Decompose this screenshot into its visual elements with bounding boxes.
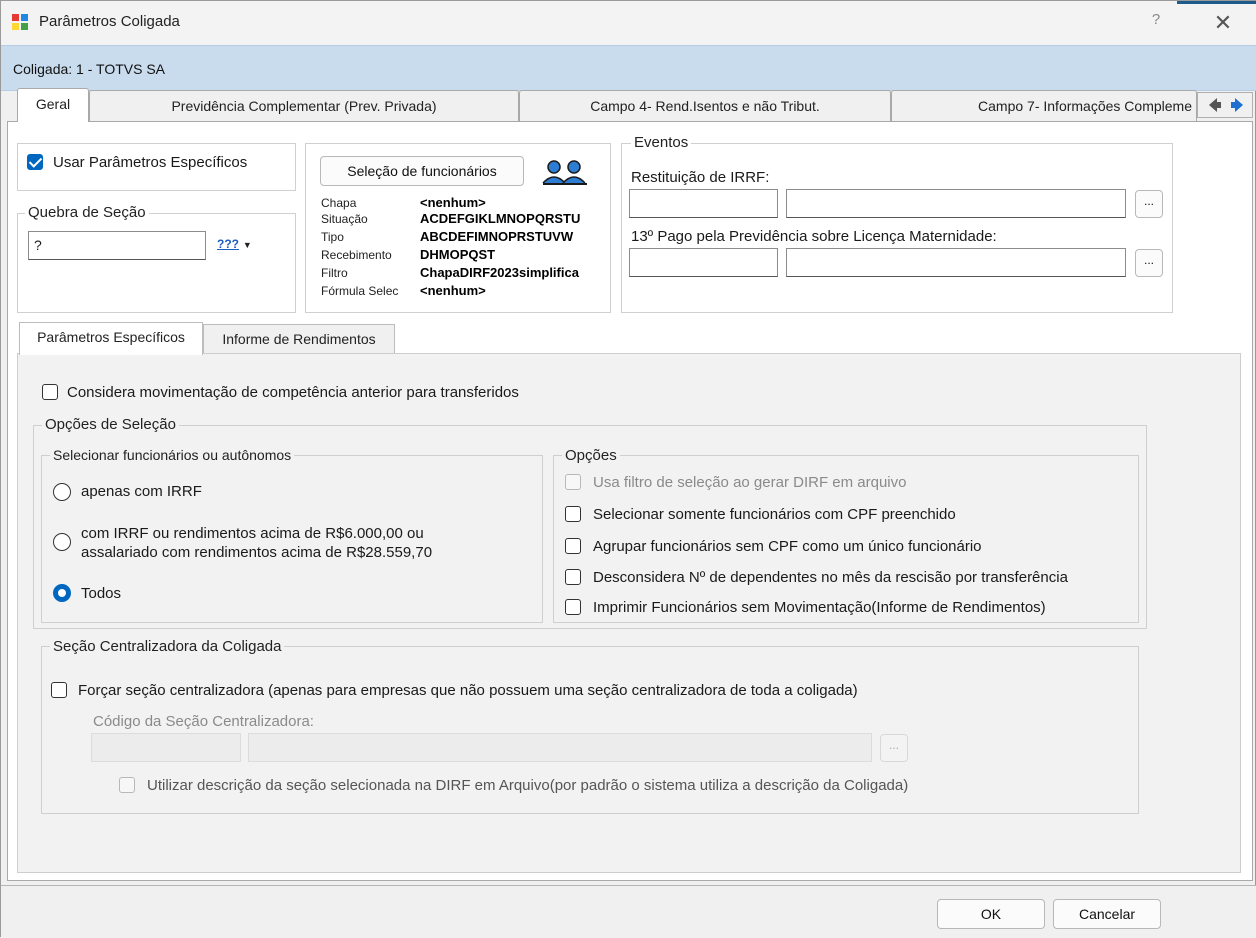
opt-cpf-label: Selecionar somente funcionários com CPF …	[593, 506, 956, 523]
info-val-recebimento: DHMOPQST	[420, 247, 496, 262]
forcar-checkbox[interactable]	[51, 682, 67, 698]
cancel-button[interactable]: Cancelar	[1053, 899, 1161, 929]
decimo-label: 13º Pago pela Previdência sobre Licença …	[631, 228, 997, 245]
utilizar-label: Utilizar descrição da seção selecionada …	[147, 777, 909, 794]
secao-lookup-button[interactable]: ...	[880, 734, 908, 762]
decimo-lookup-button[interactable]: ...	[1135, 249, 1163, 277]
coligada-label: Coligada: 1 - TOTVS SA	[13, 61, 165, 77]
window-title: Parâmetros Coligada	[39, 13, 180, 30]
radio-apenas-irrf-label: apenas com IRRF	[81, 483, 202, 500]
close-button[interactable]: ✕	[1201, 7, 1245, 39]
restituicao-label: Restituição de IRRF:	[631, 169, 770, 186]
considera-label: Considera movimentação de competência an…	[67, 384, 519, 401]
opt-imprimir-label: Imprimir Funcionários sem Movimentação(I…	[593, 599, 1046, 616]
codigo-secao-label: Código da Seção Centralizadora:	[93, 713, 314, 730]
dialog-footer: OK Cancelar	[1, 885, 1256, 938]
secao-centralizadora-title: Seção Centralizadora da Coligada	[50, 638, 285, 655]
tab-campo4[interactable]: Campo 4- Rend.Isentos e não Tribut.	[519, 90, 891, 122]
opt-cpf-checkbox[interactable]	[565, 506, 581, 522]
info-key-chapa: Chapa	[321, 196, 357, 210]
eventos-title: Eventos	[631, 134, 692, 151]
info-val-filtro: ChapaDIRF2023simplifica	[420, 265, 579, 280]
restituicao-code-input[interactable]	[629, 189, 778, 218]
info-key-tipo: Tipo	[321, 230, 344, 244]
decimo-desc-input[interactable]	[786, 248, 1126, 277]
tab-scroll-icon[interactable]	[1197, 92, 1253, 118]
radio-todos[interactable]	[53, 584, 71, 602]
quebra-secao-title: Quebra de Seção	[25, 204, 149, 221]
opcoes-selecao-title: Opções de Seleção	[42, 416, 179, 433]
selecionar-title: Selecionar funcionários ou autônomos	[50, 447, 295, 463]
info-key-formula: Fórmula Selec	[321, 284, 399, 298]
info-val-tipo: ABCDEFIMNOPRSTUVW	[420, 229, 574, 244]
info-val-formula: <nenhum>	[420, 283, 486, 298]
opt-agrupar-label: Agrupar funcionários sem CPF como um úni…	[593, 538, 982, 555]
usar-parametros-label: Usar Parâmetros Específicos	[53, 154, 248, 171]
tab-previdencia[interactable]: Previdência Complementar (Prev. Privada)	[89, 90, 519, 122]
selecao-funcionarios-button[interactable]: Seleção de funcionários	[320, 156, 524, 186]
lookup-icon: ???	[217, 237, 239, 251]
app-icon	[12, 14, 28, 30]
dialog-window: Parâmetros Coligada ? ✕ Coligada: 1 - TO…	[0, 0, 1256, 938]
codigo-secao-input[interactable]	[91, 733, 241, 762]
radio-todos-label: Todos	[81, 585, 122, 602]
tab-campo7[interactable]: Campo 7- Informações Compleme	[891, 90, 1197, 122]
tab-geral[interactable]: Geral	[17, 88, 89, 122]
info-key-situacao: Situação	[321, 212, 368, 226]
info-key-filtro: Filtro	[321, 266, 348, 280]
info-key-recebimento: Recebimento	[321, 248, 392, 262]
lookup-button[interactable]: ??? ▼	[217, 235, 261, 257]
window-accent	[1177, 1, 1256, 4]
opt-agrupar-checkbox[interactable]	[565, 538, 581, 554]
decimo-code-input[interactable]	[629, 248, 778, 277]
quebra-secao-input[interactable]: ?	[28, 231, 206, 260]
opcoes-title: Opções	[562, 447, 620, 464]
utilizar-checkbox[interactable]	[119, 777, 135, 793]
usar-parametros-checkbox[interactable]	[27, 154, 43, 170]
restituicao-lookup-button[interactable]: ...	[1135, 190, 1163, 218]
radio-apenas-irrf[interactable]	[53, 483, 71, 501]
subtab-parametros[interactable]: Parâmetros Específicos	[19, 322, 203, 355]
ok-button[interactable]: OK	[937, 899, 1045, 929]
opt-desconsidera-label: Desconsidera Nº de dependentes no mês da…	[593, 569, 1068, 586]
subtab-informe[interactable]: Informe de Rendimentos	[203, 324, 395, 354]
radio-com-irrf-label-2: assalariado com rendimentos acima de R$2…	[81, 544, 433, 561]
radio-com-irrf-label-1: com IRRF ou rendimentos acima de R$6.000…	[81, 525, 424, 542]
help-button[interactable]: ?	[1141, 11, 1171, 35]
tab-scroll-arrows[interactable]	[1197, 92, 1253, 118]
opt-imprimir-checkbox[interactable]	[565, 599, 581, 615]
radio-com-irrf[interactable]	[53, 533, 71, 551]
people-icon	[542, 160, 587, 185]
considera-checkbox[interactable]	[42, 384, 58, 400]
opt-filtro-checkbox[interactable]	[565, 474, 581, 490]
quebra-secao-group	[17, 213, 296, 313]
dropdown-arrow-icon: ▼	[242, 240, 252, 250]
info-val-situacao: ACDEFGIKLMNOPQRSTU	[420, 211, 581, 226]
opt-filtro-label: Usa filtro de seleção ao gerar DIRF em a…	[593, 474, 907, 491]
opt-desconsidera-checkbox[interactable]	[565, 569, 581, 585]
title-bar: Parâmetros Coligada ? ✕	[1, 1, 1256, 45]
forcar-label: Forçar seção centralizadora (apenas para…	[78, 682, 858, 699]
info-val-chapa: <nenhum>	[420, 195, 486, 210]
descricao-secao-input[interactable]	[248, 733, 872, 762]
restituicao-desc-input[interactable]	[786, 189, 1126, 218]
coligada-header: Coligada: 1 - TOTVS SA	[1, 45, 1256, 91]
